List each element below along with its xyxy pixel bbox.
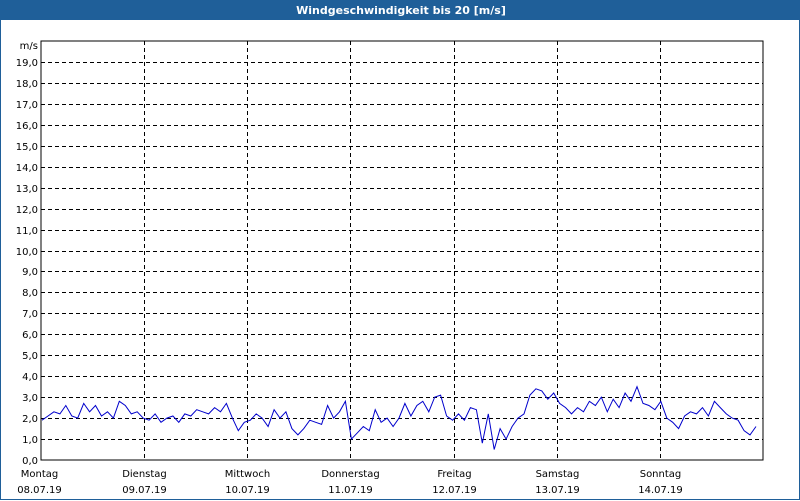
y-tick-label: 0,0 <box>22 456 38 467</box>
y-tick-label: 6,0 <box>22 330 38 341</box>
y-tick-label: 16,0 <box>16 121 38 132</box>
y-tick-label: 2,0 <box>22 414 38 425</box>
y-tick-label: 3,0 <box>22 393 38 404</box>
y-tick-label: 15,0 <box>16 142 38 153</box>
x-tick-day-label: Dienstag <box>122 469 167 480</box>
y-tick-label: 7,0 <box>22 309 38 320</box>
x-tick-date-label: 10.07.19 <box>225 485 270 496</box>
chart-window: Windgeschwindigkeit bis 20 [m/s] 0,0 1,0 2… <box>0 0 800 500</box>
x-tick-day-label: Montag <box>21 469 58 480</box>
x-tick-date-label: 11.07.19 <box>328 485 373 496</box>
y-tick-label: 9,0 <box>22 267 38 278</box>
x-tick-day-label: Freitag <box>437 469 471 480</box>
y-tick-label: 5,0 <box>22 351 38 362</box>
y-tick-label: 4,0 <box>22 372 38 383</box>
y-tick-label: 1,0 <box>22 435 38 446</box>
y-tick-label: 14,0 <box>16 163 38 174</box>
y-tick-label: 8,0 <box>22 288 38 299</box>
y-tick-label: 12,0 <box>16 205 38 216</box>
x-tick-date-label: 09.07.19 <box>122 485 167 496</box>
x-tick-day-label: Sonntag <box>640 469 682 480</box>
y-tick-label: 10,0 <box>16 247 38 258</box>
x-tick-date-label: 14.07.19 <box>638 485 683 496</box>
x-tick-date-label: 13.07.19 <box>535 485 580 496</box>
x-tick-date-label: 12.07.19 <box>432 485 477 496</box>
y-tick-label: 19,0 <box>16 58 38 69</box>
y-tick-label: 18,0 <box>16 79 38 90</box>
wind-speed-chart: 0,0 1,0 2,0 3,0 4,0 5,0 6,0 7,0 8,0 9,0 10,0 11,0 12… <box>16 40 764 496</box>
y-tick-label: 17,0 <box>16 100 38 111</box>
x-tick-day-label: Samstag <box>536 469 580 480</box>
y-tick-label: 11,0 <box>16 226 38 237</box>
x-tick-day-label: Donnerstag <box>321 469 379 480</box>
y-axis-label: m/s <box>20 41 38 52</box>
y-tick-label: 13,0 <box>16 184 38 195</box>
x-tick-day-label: Mittwoch <box>225 469 270 480</box>
x-tick-date-label: 08.07.19 <box>17 485 62 496</box>
